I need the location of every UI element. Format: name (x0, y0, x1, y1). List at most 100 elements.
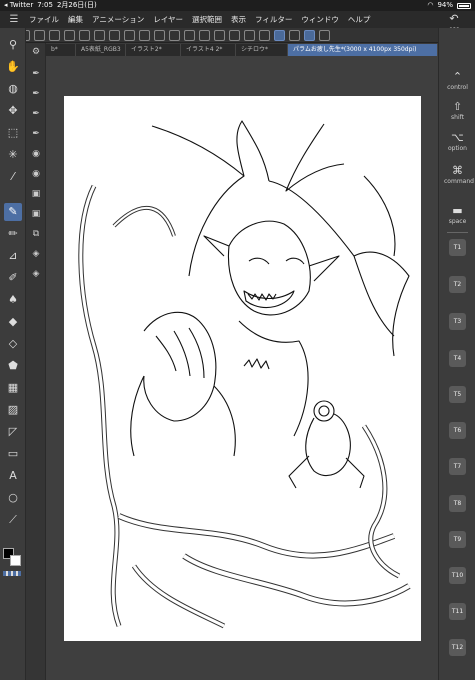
tab-shichirou[interactable]: シチロウ* (236, 44, 288, 56)
share-icon[interactable] (79, 29, 90, 41)
menu-edit[interactable]: 編集 (68, 14, 83, 25)
snap-icon[interactable] (244, 29, 255, 41)
menu-view[interactable]: 表示 (231, 14, 246, 25)
option-icon: ⌥ (451, 131, 464, 144)
pen-pressure-icon[interactable] (289, 29, 300, 41)
pen-maru-icon[interactable]: ✒ (29, 87, 43, 101)
highlight-tool-icon[interactable]: ▨ (4, 401, 22, 419)
brush-icon[interactable]: ⊿ (4, 247, 22, 265)
sub-color-swatch[interactable] (10, 555, 21, 566)
back-to-app-link[interactable]: ◂ Twitter (4, 0, 33, 11)
frame-icon[interactable]: ▭ (4, 445, 22, 463)
transform-icon[interactable] (229, 29, 240, 41)
custom-key-t11[interactable]: T11 (449, 603, 466, 620)
battery-icon (457, 2, 471, 9)
custom-key-t12[interactable]: T12 (449, 639, 466, 656)
pen-mode-icon[interactable] (274, 29, 285, 41)
save-icon[interactable] (64, 29, 75, 41)
figure-icon[interactable]: ◸ (4, 423, 22, 441)
custom-key-t5[interactable]: T5 (449, 386, 466, 403)
eraser-icon[interactable]: ◇ (4, 335, 22, 353)
menu-animation[interactable]: アニメーション (92, 14, 144, 25)
pen-ink-icon[interactable]: ◉ (29, 167, 43, 181)
canvas-area[interactable] (46, 56, 438, 680)
fill-bucket-icon[interactable]: ⬟ (4, 357, 22, 375)
custom-key-t2[interactable]: T2 (449, 276, 466, 293)
print-icon[interactable] (109, 29, 120, 41)
invert-selection-icon[interactable] (199, 29, 210, 41)
pen-layer-icon[interactable]: ◈ (29, 247, 43, 261)
ruler-snap-icon[interactable] (259, 29, 270, 41)
drawing-canvas[interactable] (64, 96, 421, 641)
deselect-icon[interactable] (184, 29, 195, 41)
menu-selection[interactable]: 選択範囲 (192, 14, 222, 25)
export-icon[interactable] (94, 29, 105, 41)
custom-key-t10[interactable]: T10 (449, 567, 466, 584)
pen-real-icon[interactable]: ◉ (29, 147, 43, 161)
pen-g-icon[interactable]: ✒ (29, 67, 43, 81)
eyedropper-icon[interactable]: ⁄ (4, 168, 22, 186)
new-file-icon[interactable] (34, 29, 45, 41)
custom-key-t9[interactable]: T9 (449, 531, 466, 548)
color-picker-icon[interactable]: ◍ (4, 80, 22, 98)
status-bar: ◂ Twitter 7:05 2月26日(日) ◠ 94% (0, 0, 475, 11)
menu-layer[interactable]: レイヤー (153, 14, 183, 25)
pen-marker-icon[interactable]: ▣ (29, 187, 43, 201)
zoom-icon[interactable]: ⚲ (4, 36, 22, 54)
menu-filter[interactable]: フィルター (255, 14, 292, 25)
decoration-icon[interactable]: ♠ (4, 291, 22, 309)
shift-key[interactable]: ⇧ shift (444, 100, 471, 122)
app-menu-icon[interactable]: ☰ (8, 14, 20, 26)
command-key[interactable]: ⌘ command (444, 164, 474, 186)
balloon-icon[interactable]: ○ (4, 489, 22, 507)
custom-key-t1[interactable]: T1 (449, 239, 466, 256)
text-icon[interactable]: A (4, 467, 22, 485)
pen-kabura-icon[interactable]: ✒ (29, 107, 43, 121)
layer-lock-icon[interactable] (319, 29, 330, 41)
line-art-illustration (78, 120, 411, 629)
custom-key-t4[interactable]: T4 (449, 350, 466, 367)
airbrush-icon[interactable]: ✐ (4, 269, 22, 287)
option-key[interactable]: ⌥ option (444, 131, 471, 153)
tab-illust-2[interactable]: イラスト2* (126, 44, 181, 56)
shift-arrow-icon: ⇧ (452, 100, 463, 113)
custom-key-t6[interactable]: T6 (449, 422, 466, 439)
pen-turnip-icon[interactable]: ✒ (29, 127, 43, 141)
tab-a5-cover[interactable]: A5表紙_RGB3 (76, 44, 126, 56)
custom-key-t7[interactable]: T7 (449, 458, 466, 475)
transparent-color-toggle[interactable] (3, 571, 21, 576)
space-key[interactable]: ▬ space (444, 204, 471, 226)
stabilizer-icon[interactable] (304, 29, 315, 41)
pen-stack-icon[interactable]: ◈ (29, 267, 43, 281)
blend-icon[interactable]: ◆ (4, 313, 22, 331)
menu-help[interactable]: ヘルプ (348, 14, 371, 25)
menu-file[interactable]: ファイル (29, 14, 59, 25)
undo-arrow-icon: ↶ (449, 12, 459, 25)
magic-wand-icon[interactable]: ✳ (4, 146, 22, 164)
clear-icon[interactable] (154, 29, 165, 41)
tab-illust-4-2[interactable]: イラスト4 2* (181, 44, 236, 56)
custom-key-t8[interactable]: T8 (449, 495, 466, 512)
pencil-icon[interactable]: ✏ (4, 225, 22, 243)
undo-icon[interactable] (124, 29, 135, 41)
gradient-icon[interactable]: ▦ (4, 379, 22, 397)
open-file-icon[interactable] (49, 29, 60, 41)
crop-icon[interactable] (214, 29, 225, 41)
hand-icon[interactable]: ✋ (4, 58, 22, 76)
tab-current-document[interactable]: パラムお疲し先生*(3000 x 4100px 350dpi) (288, 44, 438, 56)
subtool-settings-icon[interactable]: ⚙ (29, 45, 43, 59)
menu-window[interactable]: ウィンドウ (301, 14, 339, 25)
tab-b[interactable]: b* (46, 44, 76, 56)
redo-icon[interactable] (139, 29, 150, 41)
correction-icon[interactable]: ⟋ (4, 511, 22, 529)
fill-icon[interactable] (169, 29, 180, 41)
document-tabs: b* A5表紙_RGB3 イラスト2* イラスト4 2* シチロウ* パラムお疲… (46, 44, 438, 56)
move-icon[interactable]: ✥ (4, 102, 22, 120)
selection-icon[interactable]: ⬚ (4, 124, 22, 142)
command-bar (0, 28, 440, 43)
pen-felt-icon[interactable]: ▣ (29, 207, 43, 221)
control-key[interactable]: ⌃ control (444, 70, 471, 92)
pen-sign-icon[interactable]: ⧉ (29, 227, 43, 241)
custom-key-t3[interactable]: T3 (449, 313, 466, 330)
pen-icon[interactable]: ✎ (4, 203, 22, 221)
